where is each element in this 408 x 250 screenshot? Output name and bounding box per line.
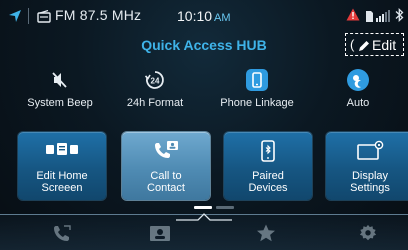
bluetooth-icon: [395, 7, 404, 27]
radio-icon: [37, 9, 51, 28]
speaker-muted-icon: [10, 68, 110, 92]
clock-24h-icon: 24: [105, 68, 205, 92]
tile-label-line2: Contact: [147, 182, 185, 194]
tile-label-line2: Settings: [350, 182, 390, 194]
phone-linkage-icon: [207, 68, 307, 92]
tile-label-line1: Call to: [150, 170, 182, 182]
tile-display-settings[interactable]: Display Settings: [326, 132, 408, 200]
phone-dock-icon[interactable]: [49, 224, 75, 244]
call-contact-icon: [122, 140, 210, 162]
pencil-icon: [358, 39, 370, 57]
toggle-label: Phone Linkage: [220, 97, 294, 109]
quick-access-tiles: Edit Home Screeen Call to Contact Paired De…: [0, 132, 408, 202]
auto-day-night-icon: [308, 68, 408, 92]
favorites-dock-icon[interactable]: [253, 224, 279, 244]
toggle-phone-linkage[interactable]: Phone Linkage: [207, 66, 307, 116]
status-bar: FM 87.5 MHz 10:10 AM: [0, 0, 408, 34]
tile-label-line2: Screeen: [41, 182, 83, 194]
toggle-label: Auto: [346, 97, 370, 109]
clock-time: 10:10: [177, 8, 213, 24]
toggle-label: System Beep: [27, 97, 93, 109]
status-divider: [28, 8, 29, 24]
tile-label-line1: Edit Home: [36, 170, 88, 182]
tile-label: Paired Devices: [226, 170, 310, 194]
tile-label-line1: Display: [351, 170, 389, 182]
edit-bracket: (: [350, 37, 355, 52]
toggle-24h-format[interactable]: 24 24h Format: [105, 66, 205, 116]
paired-devices-icon: [224, 140, 312, 162]
warning-icon: [346, 8, 360, 26]
tile-paired-devices[interactable]: Paired Devices: [224, 132, 312, 200]
settings-dock-icon[interactable]: [355, 224, 381, 244]
clock-ampm: AM: [214, 12, 231, 24]
signal-strength-icon: [376, 9, 390, 27]
tile-label-line2: Devices: [248, 182, 288, 194]
display-settings-icon: [326, 140, 408, 162]
clock: 10:10 AM: [177, 8, 231, 24]
edit-button[interactable]: ( Edit: [345, 33, 404, 56]
tile-label: Call to Contact: [124, 170, 208, 194]
toggle-auto[interactable]: Auto: [308, 66, 408, 116]
sim-card-icon: [366, 9, 373, 27]
contacts-dock-icon[interactable]: [147, 224, 173, 244]
tile-call-to-contact[interactable]: Call to Contact: [122, 132, 210, 200]
tile-label: Display Settings: [328, 170, 408, 194]
toggle-system-beep[interactable]: System Beep: [10, 66, 110, 116]
radio-frequency[interactable]: FM 87.5 MHz: [55, 7, 141, 23]
edit-home-icon: [18, 140, 106, 162]
tile-edit-home-screen[interactable]: Edit Home Screeen: [18, 132, 106, 200]
tile-label: Edit Home Screeen: [20, 170, 104, 194]
infotainment-screen: FM 87.5 MHz 10:10 AM Quick Access HUB ( E…: [0, 0, 408, 250]
toggle-label: 24h Format: [126, 97, 184, 109]
dock-handle-icon[interactable]: [176, 208, 232, 221]
tile-label-line1: Paired: [252, 170, 284, 182]
edit-label: Edit: [372, 37, 397, 53]
svg-text:24: 24: [151, 77, 160, 86]
navigation-arrow-icon: [8, 9, 22, 28]
